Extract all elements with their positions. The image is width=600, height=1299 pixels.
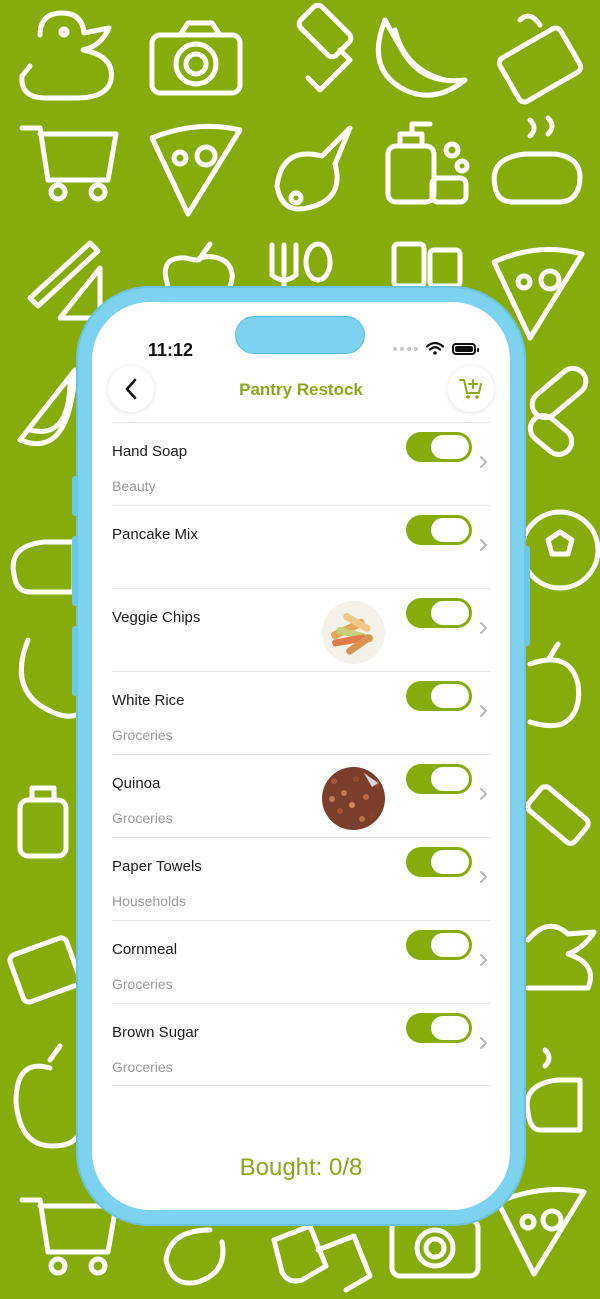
bought-toggle[interactable]	[406, 432, 472, 462]
add-to-cart-button[interactable]	[448, 366, 494, 412]
bread-icon	[10, 539, 77, 595]
item-category: Groceries	[112, 976, 173, 992]
status-time: 11:12	[148, 340, 194, 360]
chevron-right-icon	[480, 622, 488, 634]
phone-screen: 11:12 Pantry Restock Hand Soap Beauty Pa…	[92, 302, 510, 1210]
apple-icon	[13, 1043, 79, 1149]
item-list: Hand Soap Beauty Pancake Mix Veggie Chip…	[112, 422, 490, 1086]
shopping-cart-icon	[19, 125, 119, 202]
paint-roller-icon	[296, 2, 354, 93]
list-item[interactable]: Quinoa Groceries	[112, 754, 490, 837]
list-item[interactable]: Paper Towels Households	[112, 837, 490, 920]
shopping-cart-icon	[19, 1197, 119, 1276]
bread-icon	[524, 1047, 583, 1133]
item-category: Groceries	[112, 810, 173, 826]
add-to-cart-icon	[459, 379, 482, 399]
list-item[interactable]: Pancake Mix	[112, 505, 490, 588]
quinoa-photo	[322, 767, 385, 830]
item-name: Hand Soap	[112, 443, 188, 460]
list-item[interactable]: Veggie Chips	[112, 588, 490, 671]
wifi-icon	[426, 342, 444, 355]
bought-toggle[interactable]	[406, 1013, 472, 1043]
item-name: White Rice	[112, 692, 185, 709]
item-name: Cornmeal	[112, 941, 178, 958]
socks-icon	[271, 1223, 373, 1293]
spice-jars-icon	[391, 241, 463, 289]
paint-roller-icon	[525, 784, 591, 846]
item-name: Quinoa	[112, 775, 161, 792]
chevron-right-icon	[480, 539, 488, 551]
chevron-right-icon	[480, 1037, 488, 1049]
item-category: Groceries	[112, 1059, 173, 1075]
soap-bottle-icon	[17, 785, 69, 859]
phone-side-button	[72, 476, 78, 516]
item-name: Veggie Chips	[112, 609, 201, 626]
item-name: Pancake Mix	[112, 526, 198, 543]
fork-spoon-icon	[269, 241, 333, 293]
phone-power-button	[524, 546, 530, 646]
soccer-ball-icon	[519, 509, 600, 591]
chevron-right-icon	[480, 954, 488, 966]
item-name: Brown Sugar	[112, 1024, 199, 1041]
item-category: Beauty	[112, 478, 156, 494]
chicken-leg-icon	[163, 1227, 226, 1286]
item-category: Households	[112, 893, 186, 909]
watermelon-icon	[17, 367, 78, 447]
list-item[interactable]: White Rice Groceries	[112, 671, 490, 754]
chevron-right-icon	[480, 871, 488, 883]
soap-bottle-icon	[385, 121, 470, 205]
bought-toggle[interactable]	[406, 764, 472, 794]
apple-icon	[527, 641, 582, 729]
pizza-slice-icon	[495, 1187, 587, 1277]
bought-toggle[interactable]	[406, 930, 472, 960]
item-category: Groceries	[112, 727, 173, 743]
pizza-slice-icon	[149, 123, 243, 217]
list-item[interactable]: Cornmeal Groceries	[112, 920, 490, 1003]
duck-icon	[19, 10, 114, 101]
dynamic-island	[235, 316, 365, 354]
list-item[interactable]: Hand Soap Beauty	[112, 422, 490, 505]
banana-icon	[375, 17, 468, 98]
chevron-right-icon	[480, 788, 488, 800]
banana-icon	[18, 637, 81, 719]
phone-volume-up	[72, 536, 78, 606]
bought-toggle[interactable]	[406, 681, 472, 711]
ruler-pencil-icon	[27, 240, 103, 321]
list-item[interactable]: Brown Sugar Groceries	[112, 1003, 490, 1086]
chicken-leg-icon	[274, 125, 353, 212]
picnic-basket-icon	[7, 935, 83, 1005]
chevron-right-icon	[480, 705, 488, 717]
camera-icon	[149, 20, 243, 96]
duck-icon	[525, 923, 597, 991]
bought-toggle[interactable]	[406, 515, 472, 545]
bread-icon	[491, 115, 583, 205]
veggie-chips-photo	[322, 601, 385, 664]
bought-toggle[interactable]	[406, 847, 472, 877]
apple-icon	[162, 241, 235, 289]
camera-icon	[389, 1217, 481, 1279]
pill-icon	[527, 365, 589, 457]
bought-toggle[interactable]	[406, 598, 472, 628]
chevron-right-icon	[480, 456, 488, 468]
status-icons	[393, 342, 479, 355]
phone-volume-down	[72, 626, 78, 696]
battery-icon	[452, 342, 479, 355]
picnic-basket-icon	[496, 13, 584, 105]
phone-frame: 11:12 Pantry Restock Hand Soap Beauty Pa…	[72, 286, 530, 1226]
bought-count: Bought: 0/8	[239, 1154, 363, 1181]
item-name: Paper Towels	[112, 858, 202, 875]
cellular-signal-icon	[393, 346, 418, 351]
